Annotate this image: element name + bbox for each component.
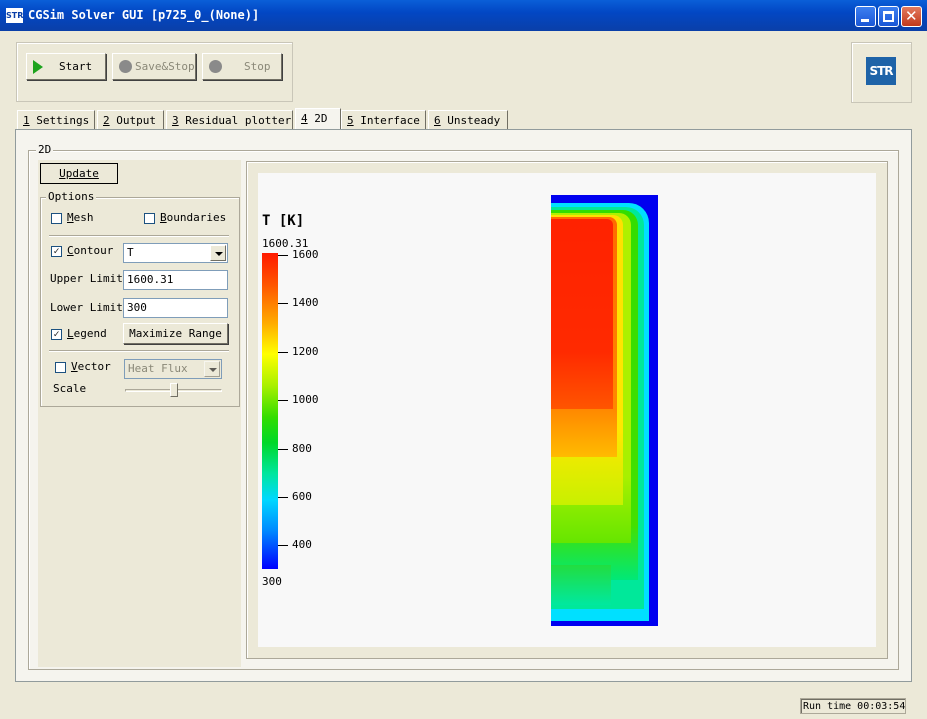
major-tick [278,449,288,450]
options-label: Options [46,190,97,203]
vector-variable-select[interactable]: Heat Flux [124,359,222,379]
major-tick [278,545,288,546]
minimize-icon [861,19,869,22]
tick-label: 1200 [292,345,319,358]
mesh-checkbox[interactable] [51,213,62,224]
maximize-icon [883,11,894,22]
start-button[interactable]: Start [26,53,106,80]
maximize-button[interactable] [878,6,899,27]
upper-limit-input[interactable]: 1600.31 [123,270,228,290]
vector-label[interactable]: Vector [71,360,111,373]
legend-label[interactable]: Legend [67,327,107,340]
chevron-down-icon[interactable] [204,361,220,377]
tick-label: 1400 [292,296,319,309]
contour-variable-select[interactable]: T [123,243,228,263]
tab-2d[interactable]: 4 2D [295,108,341,130]
major-tick [278,497,288,498]
tick-label: 1000 [292,393,319,406]
major-tick [278,255,288,256]
legend-checkbox[interactable]: ✓ [51,329,62,340]
temperature-contour-plot [551,195,658,626]
str-logo: STR [866,57,896,85]
logo-frame: STR [851,42,912,103]
tick-label: 800 [292,442,312,455]
tab-residual-plotter[interactable]: 3 Residual plotter [166,110,293,129]
tab-output[interactable]: 2 Output [97,110,164,129]
contour-label[interactable]: Contour [67,244,113,257]
group-2d-label: 2D [36,143,54,156]
start-label: Start [59,60,93,73]
mesh-label[interactable]: Mesh [67,211,94,224]
runtime-status: Run time 00:03:54 [800,698,906,714]
update-label: Update [59,167,99,180]
app-icon: STR [6,8,23,23]
record-icon [119,60,132,73]
colorbar-title: T [K] [262,213,305,229]
contour-band [551,565,611,605]
tab-settings[interactable]: 1 Settings [17,110,95,129]
vector-variable-value: Heat Flux [128,362,188,375]
contour-variable-value: T [127,246,134,259]
separator [49,350,229,352]
record-icon [209,60,222,73]
colorbar-min-label: 300 [262,575,282,588]
save-stop-button[interactable]: Save&Stop [112,53,196,80]
vector-checkbox[interactable] [55,362,66,373]
save-stop-label: Save&Stop [135,60,195,73]
boundaries-checkbox[interactable] [144,213,155,224]
window-title: CGSim Solver GUI [p725_0_(None)] [28,8,260,22]
major-tick [278,352,288,353]
major-tick [278,303,288,304]
tab-interface[interactable]: 5 Interface [341,110,426,129]
contour-band [551,219,613,409]
minimize-button[interactable] [855,6,876,27]
contour-checkbox[interactable]: ✓ [51,246,62,257]
close-button[interactable]: ✕ [901,6,922,27]
scale-label: Scale [53,382,87,395]
play-icon [33,59,43,74]
maximize-range-label: Maximize Range [129,327,222,340]
tick-label: 600 [292,490,312,503]
colorbar-ticks [278,253,290,569]
stop-label: Stop [244,60,271,73]
major-tick [278,400,288,401]
lower-limit-input[interactable]: 300 [123,298,228,318]
tick-label: 400 [292,538,312,551]
close-icon: ✕ [905,7,918,25]
maximize-range-button[interactable]: Maximize Range [123,323,228,344]
stop-button[interactable]: Stop [202,53,282,80]
tick-label: 1600 [292,248,319,261]
scale-slider-thumb[interactable] [169,383,178,397]
colorbar-gradient [262,253,278,569]
tab-unsteady[interactable]: 6 Unsteady [428,110,508,129]
title-bar[interactable]: STR CGSim Solver GUI [p725_0_(None)] ✕ [0,0,927,31]
lower-limit-label: Lower Limit [50,301,123,314]
upper-limit-label: Upper Limit [50,272,123,285]
update-button[interactable]: Update [40,163,118,184]
boundaries-label[interactable]: Boundaries [160,211,226,224]
chevron-down-icon[interactable] [210,245,226,261]
separator [49,235,229,237]
